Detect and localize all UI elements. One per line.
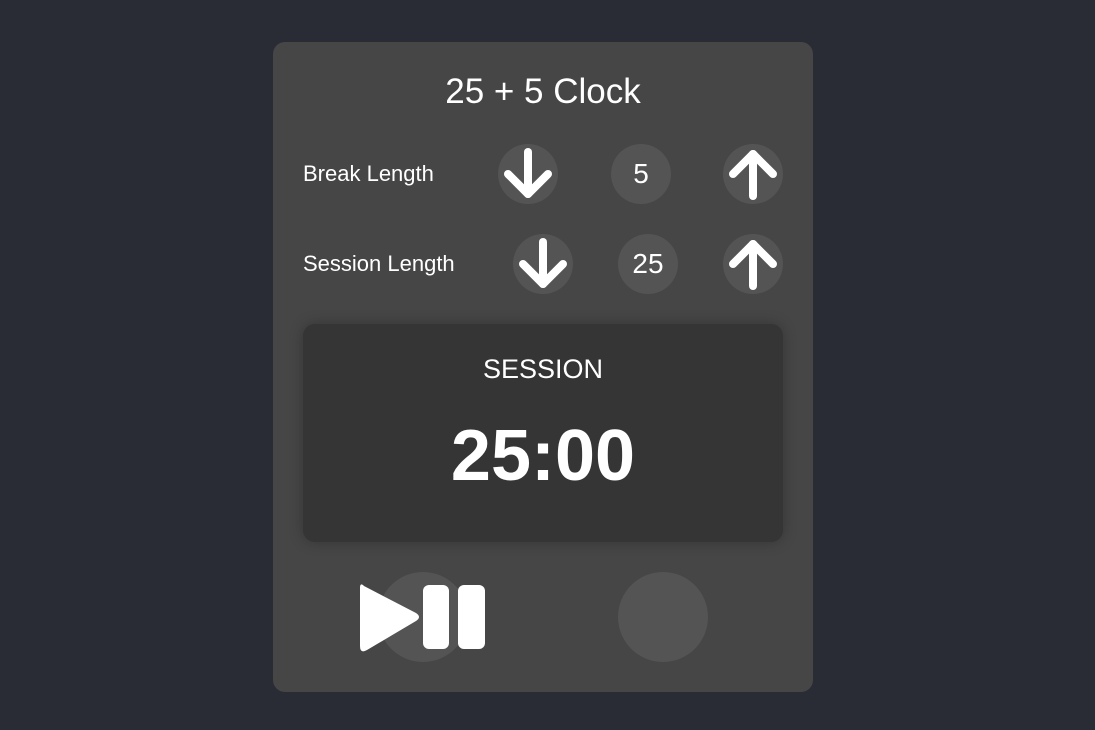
reset-button[interactable] [618, 572, 708, 662]
break-length-value: 5 [633, 158, 649, 189]
break-increment-button[interactable] [723, 144, 783, 204]
break-length-display: 5 [611, 144, 671, 204]
play-pause-icon [360, 584, 485, 652]
timer-label: SESSION [482, 354, 604, 384]
arrow-down-icon [519, 238, 567, 288]
clock-card: 25 + 5 Clock Break Length 5 Session Leng… [273, 42, 813, 692]
timer-display: SESSION 25:00 [303, 324, 783, 542]
session-decrement-button[interactable] [513, 234, 573, 294]
break-decrement-button[interactable] [498, 144, 558, 204]
session-length-display: 25 [618, 234, 678, 294]
arrow-up-icon [729, 240, 777, 290]
session-length-value: 25 [632, 248, 664, 279]
session-increment-button[interactable] [723, 234, 783, 294]
app-title: 25 + 5 Clock [445, 72, 641, 111]
session-label: Session Length [303, 251, 455, 276]
arrow-up-icon [729, 150, 777, 200]
break-label: Break Length [303, 161, 434, 186]
arrow-down-icon [504, 148, 552, 198]
start-stop-button[interactable] [358, 578, 488, 663]
time-left: 25:00 [450, 416, 636, 496]
